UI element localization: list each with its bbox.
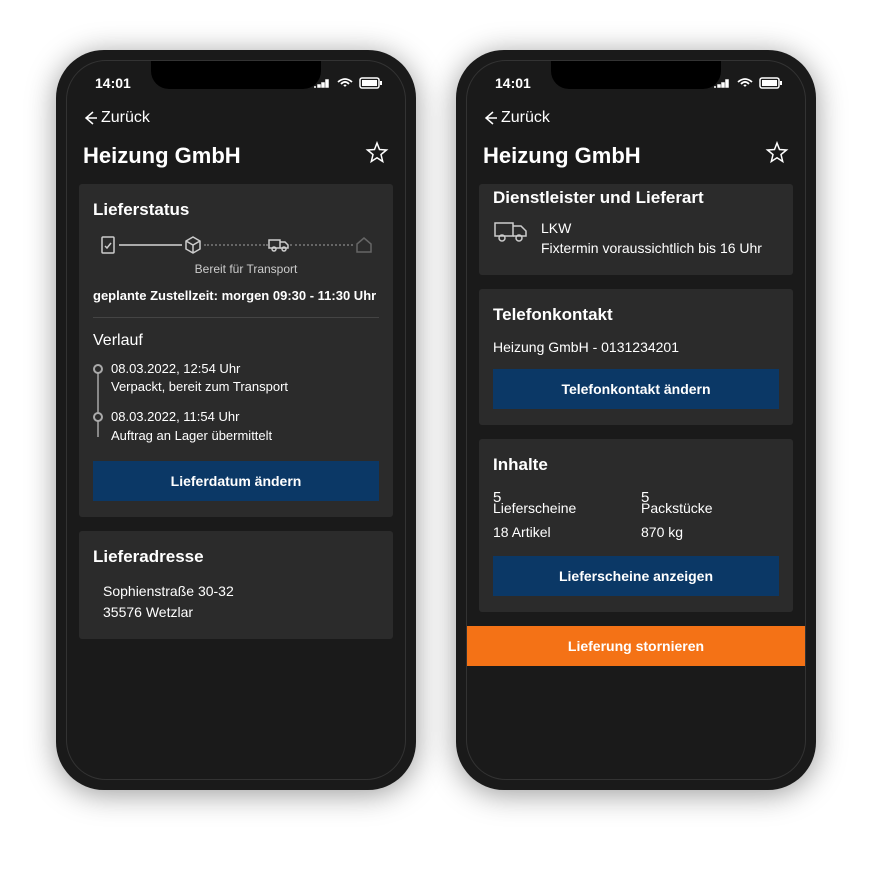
cancel-delivery-button[interactable]: Lieferung stornieren bbox=[467, 626, 805, 666]
statusbar-time: 14:01 bbox=[95, 75, 131, 91]
wifi-icon bbox=[737, 78, 753, 89]
status-caption: Bereit für Transport bbox=[93, 262, 379, 276]
planned-delivery-time: geplante Zustellzeit: morgen 09:30 - 11:… bbox=[93, 288, 379, 318]
change-delivery-date-button[interactable]: Lieferdatum ändern bbox=[93, 461, 379, 501]
page-title: Heizung GmbH bbox=[483, 143, 641, 169]
provider-card: Dienstleister und Lieferart LKW Fixtermi… bbox=[479, 184, 793, 275]
back-button[interactable]: Zurück bbox=[67, 105, 405, 135]
contact-heading: Telefonkontakt bbox=[493, 305, 779, 325]
history-timeline: 08.03.2022, 12:54 Uhr Verpackt, bereit z… bbox=[93, 360, 379, 445]
battery-icon bbox=[759, 77, 783, 89]
history-heading: Verlauf bbox=[93, 332, 379, 350]
page-title: Heizung GmbH bbox=[83, 143, 241, 169]
delivery-address-card: Lieferadresse Sophienstraße 30-32 35576 … bbox=[79, 531, 393, 639]
show-delivery-slips-button[interactable]: Lieferscheine anzeigen bbox=[493, 556, 779, 596]
back-label: Zurück bbox=[501, 109, 550, 127]
titlebar: Heizung GmbH bbox=[467, 135, 805, 184]
delivery-slips-label: Lieferscheine bbox=[493, 500, 631, 516]
package-icon bbox=[182, 234, 204, 256]
star-icon bbox=[765, 141, 789, 165]
history-item: 08.03.2022, 11:54 Uhr Auftrag an Lager ü… bbox=[111, 408, 379, 444]
star-icon bbox=[365, 141, 389, 165]
address-line-2: 35576 Wetzlar bbox=[103, 602, 379, 623]
back-label: Zurück bbox=[101, 109, 150, 127]
statusbar-time: 14:01 bbox=[495, 75, 531, 91]
address-heading: Lieferadresse bbox=[93, 547, 379, 567]
titlebar: Heizung GmbH bbox=[67, 135, 405, 184]
statusbar-icons bbox=[313, 77, 383, 89]
contents-grid: 5 Lieferscheine 5 Packstücke 18 Artikel … bbox=[493, 489, 779, 540]
address-line-1: Sophienstraße 30-32 bbox=[103, 581, 379, 602]
home-icon bbox=[353, 234, 375, 256]
delivery-status-heading: Lieferstatus bbox=[93, 200, 379, 220]
truck-icon bbox=[268, 234, 290, 256]
phone-left: 14:01 Zurück Heizung GmbH Liefe bbox=[56, 50, 416, 790]
contact-card: Telefonkontakt Heizung GmbH - 0131234201… bbox=[479, 289, 793, 425]
notch bbox=[551, 61, 721, 89]
favorite-button[interactable] bbox=[365, 141, 389, 170]
contact-value: Heizung GmbH - 0131234201 bbox=[493, 339, 779, 355]
arrow-left-icon bbox=[81, 109, 99, 127]
provider-heading: Dienstleister und Lieferart bbox=[493, 188, 779, 208]
provider-type: LKW bbox=[541, 218, 762, 238]
history-item: 08.03.2022, 12:54 Uhr Verpackt, bereit z… bbox=[111, 360, 379, 396]
articles-value: 18 Artikel bbox=[493, 524, 631, 540]
order-icon bbox=[97, 234, 119, 256]
delivery-status-card: Lieferstatus Bereit für Transport geplan… bbox=[79, 184, 393, 517]
weight-value: 870 kg bbox=[641, 524, 779, 540]
battery-icon bbox=[359, 77, 383, 89]
statusbar-icons bbox=[713, 77, 783, 89]
status-progress bbox=[93, 234, 379, 256]
provider-detail: Fixtermin voraussichtlich bis 16 Uhr bbox=[541, 238, 762, 258]
contents-card: Inhalte 5 Lieferscheine 5 Packstücke 18 … bbox=[479, 439, 793, 612]
truck-icon bbox=[493, 218, 529, 249]
notch bbox=[151, 61, 321, 89]
phone-right: 14:01 Zurück Heizung GmbH Diens bbox=[456, 50, 816, 790]
contents-heading: Inhalte bbox=[493, 455, 779, 475]
back-button[interactable]: Zurück bbox=[467, 105, 805, 135]
wifi-icon bbox=[337, 78, 353, 89]
packages-label: Packstücke bbox=[641, 500, 779, 516]
favorite-button[interactable] bbox=[765, 141, 789, 170]
change-contact-button[interactable]: Telefonkontakt ändern bbox=[493, 369, 779, 409]
arrow-left-icon bbox=[481, 109, 499, 127]
